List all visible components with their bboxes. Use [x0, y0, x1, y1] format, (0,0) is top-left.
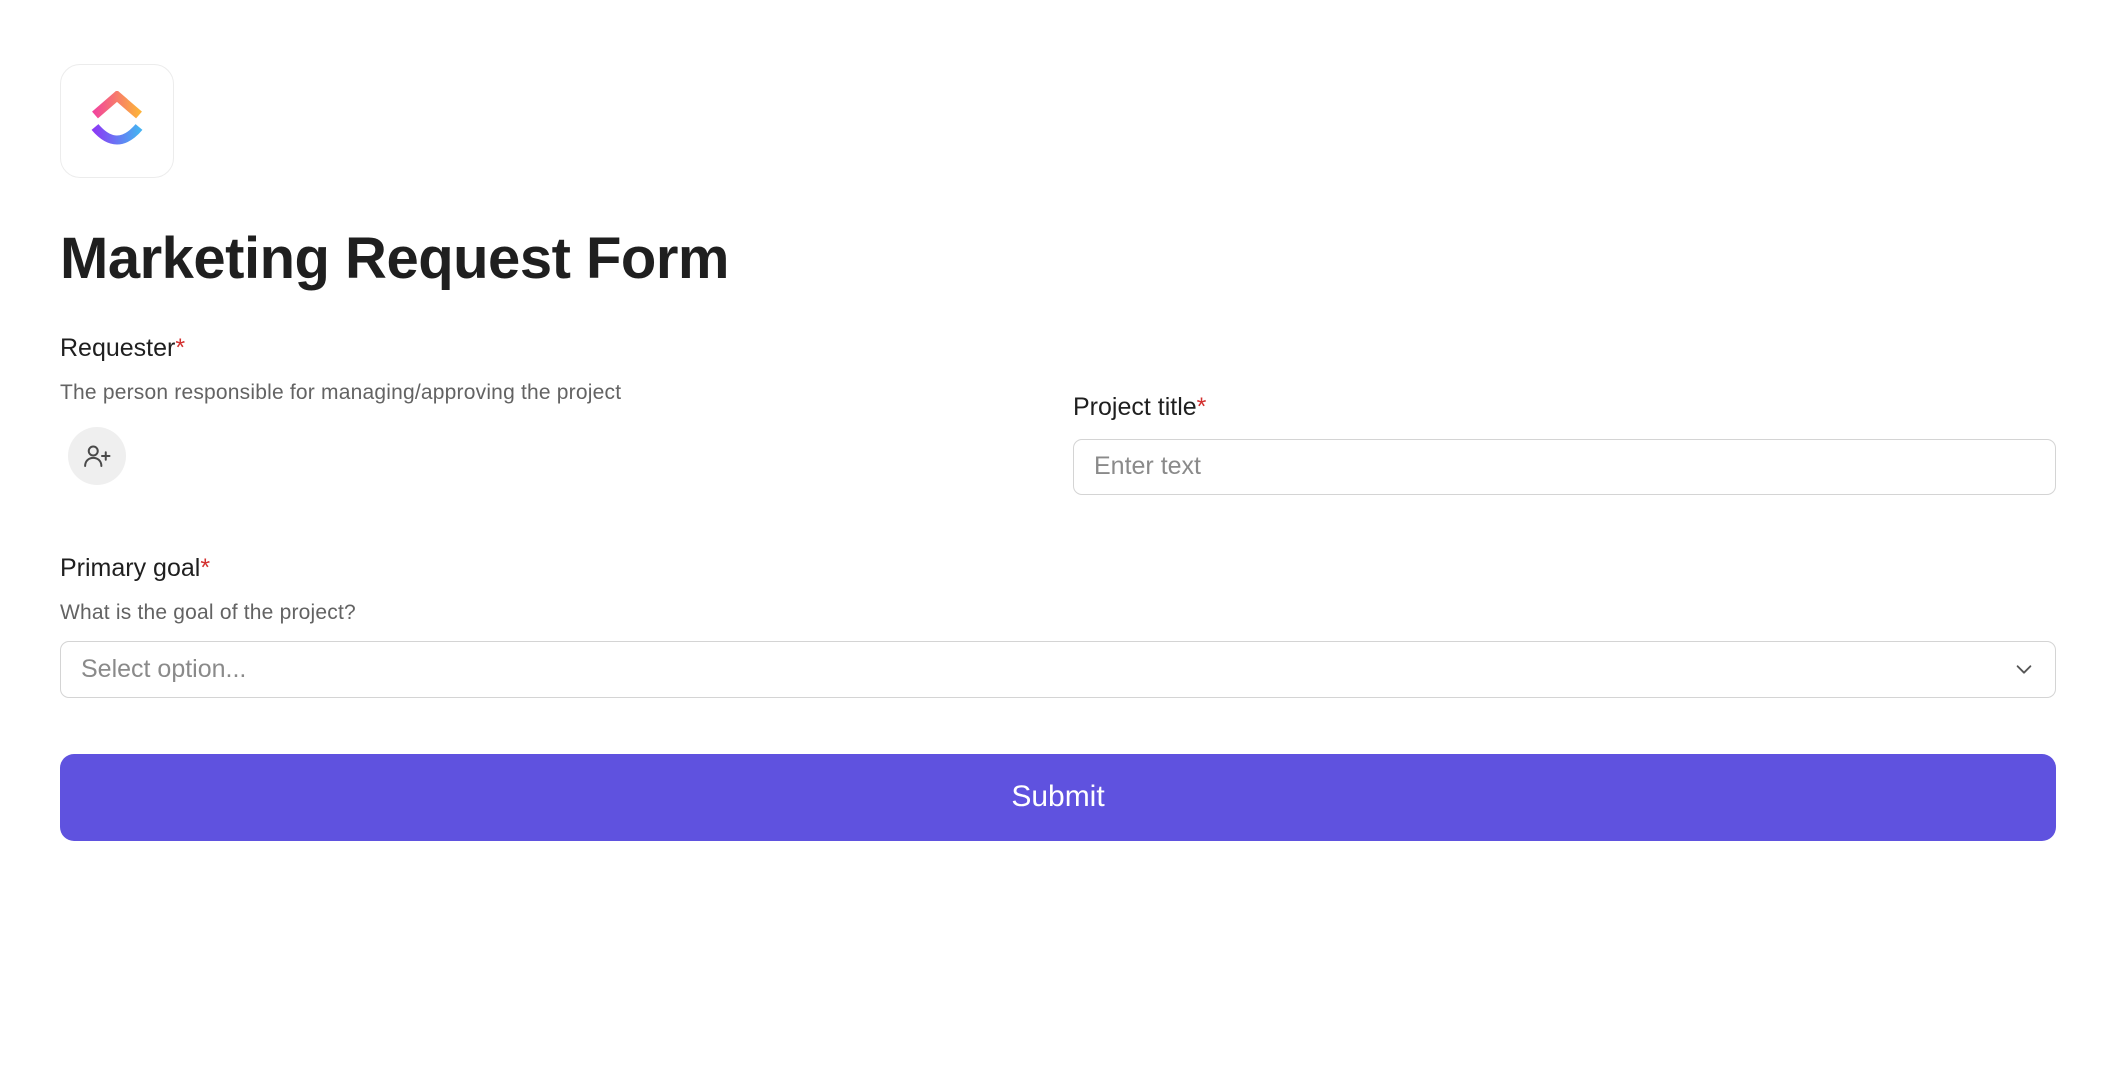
primary-goal-select[interactable]: Select option...: [60, 640, 2056, 698]
project-title-input[interactable]: [1073, 438, 2056, 495]
add-requester-button[interactable]: [68, 426, 126, 485]
project-title-field: Project title*: [1073, 333, 2056, 495]
requester-help-text: The person responsible for managing/appr…: [60, 380, 622, 404]
requester-label: Requester*: [60, 333, 186, 362]
page-title: Marketing Request Form: [60, 226, 730, 291]
marketing-request-form: Marketing Request Form Requester* The pe…: [60, 64, 2056, 841]
submit-button[interactable]: Submit: [60, 753, 2056, 841]
required-marker: *: [200, 553, 211, 582]
required-marker: *: [1196, 392, 1207, 421]
clickup-logo-icon: [91, 91, 143, 145]
select-placeholder: Select option...: [81, 654, 247, 683]
form-row-top: Requester* The person responsible for ma…: [60, 333, 2056, 495]
primary-goal-label: Primary goal*: [60, 553, 211, 582]
required-marker: *: [175, 333, 186, 362]
primary-goal-help-text: What is the goal of the project?: [60, 600, 356, 624]
project-title-label: Project title*: [1073, 392, 1207, 421]
requester-field: Requester* The person responsible for ma…: [60, 333, 1043, 495]
primary-goal-field: Primary goal* What is the goal of the pr…: [60, 553, 2056, 698]
chevron-down-icon: [2016, 665, 2032, 674]
logo-container: [60, 64, 174, 178]
user-plus-icon: [84, 445, 111, 467]
